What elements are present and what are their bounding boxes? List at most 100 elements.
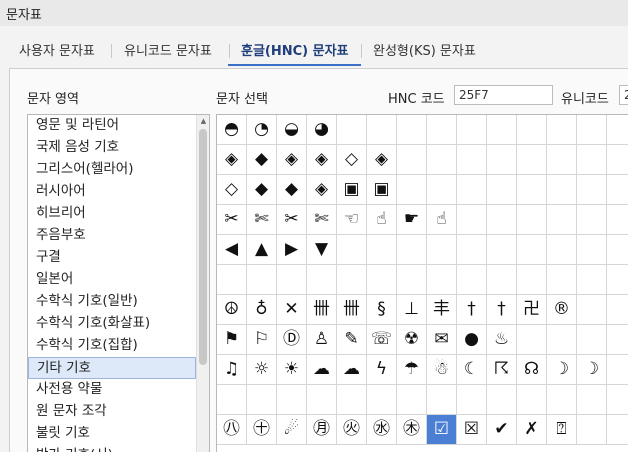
list-item[interactable]: 원 문자 조각 bbox=[28, 401, 196, 423]
char-cell[interactable]: Ⓓ bbox=[277, 325, 307, 355]
char-cell[interactable]: ㊌ bbox=[367, 415, 397, 445]
list-item[interactable]: 기타 기호 bbox=[28, 357, 196, 379]
char-cell[interactable]: ● bbox=[457, 325, 487, 355]
char-cell[interactable] bbox=[577, 325, 607, 355]
char-cell[interactable]: ⚑ bbox=[217, 325, 247, 355]
list-item[interactable]: 러시아어 bbox=[28, 181, 196, 203]
char-cell[interactable] bbox=[457, 265, 487, 295]
char-cell[interactable] bbox=[517, 385, 547, 415]
char-cell[interactable]: ☑ bbox=[427, 415, 457, 445]
char-cell[interactable] bbox=[397, 175, 427, 205]
char-cell[interactable] bbox=[607, 145, 628, 175]
char-cell[interactable]: ☜ bbox=[337, 205, 367, 235]
char-cell[interactable]: ☁ bbox=[337, 355, 367, 385]
char-cell[interactable]: ㊋ bbox=[337, 415, 367, 445]
list-item[interactable]: 일본어 bbox=[28, 269, 196, 291]
char-cell[interactable]: ☽ bbox=[577, 355, 607, 385]
char-cell[interactable] bbox=[337, 385, 367, 415]
char-cell[interactable] bbox=[547, 145, 577, 175]
char-cell[interactable]: ☼ bbox=[247, 355, 277, 385]
char-cell[interactable] bbox=[577, 235, 607, 265]
char-cell[interactable]: ☂ bbox=[397, 355, 427, 385]
char-cell[interactable] bbox=[547, 175, 577, 205]
char-cell[interactable]: ⊥ bbox=[397, 295, 427, 325]
char-cell[interactable]: ㊇ bbox=[217, 415, 247, 445]
char-cell[interactable]: ® bbox=[547, 295, 577, 325]
char-cell[interactable] bbox=[277, 265, 307, 295]
char-cell[interactable]: ◈ bbox=[307, 145, 337, 175]
char-cell[interactable] bbox=[457, 205, 487, 235]
char-cell[interactable]: ☮ bbox=[217, 295, 247, 325]
char-cell[interactable]: ▼ bbox=[307, 235, 337, 265]
char-cell[interactable] bbox=[517, 115, 547, 145]
list-item[interactable]: 주음부호 bbox=[28, 225, 196, 247]
char-cell[interactable] bbox=[397, 385, 427, 415]
char-cell[interactable] bbox=[247, 265, 277, 295]
char-cell[interactable] bbox=[517, 325, 547, 355]
char-cell[interactable]: ◆ bbox=[247, 145, 277, 175]
char-cell[interactable]: ㊉ bbox=[247, 415, 277, 445]
char-cell[interactable]: ◒ bbox=[277, 115, 307, 145]
char-cell[interactable] bbox=[607, 175, 628, 205]
char-cell[interactable] bbox=[577, 205, 607, 235]
char-cell[interactable]: ✄ bbox=[247, 205, 277, 235]
char-cell[interactable]: ◕ bbox=[307, 115, 337, 145]
char-cell[interactable] bbox=[457, 115, 487, 145]
char-cell[interactable]: ◈ bbox=[277, 145, 307, 175]
char-cell[interactable]: ☾ bbox=[457, 355, 487, 385]
char-cell[interactable]: ✎ bbox=[337, 325, 367, 355]
char-cell[interactable]: ◆ bbox=[247, 175, 277, 205]
char-cell[interactable] bbox=[457, 145, 487, 175]
list-item[interactable]: 구결 bbox=[28, 247, 196, 269]
char-cell[interactable]: ☀ bbox=[277, 355, 307, 385]
char-cell[interactable] bbox=[577, 415, 607, 445]
char-cell[interactable] bbox=[577, 115, 607, 145]
char-cell[interactable] bbox=[427, 115, 457, 145]
char-cell[interactable] bbox=[427, 145, 457, 175]
char-cell[interactable] bbox=[607, 115, 628, 145]
scroll-up-icon[interactable]: ▲ bbox=[197, 115, 209, 127]
list-item[interactable]: 사전용 약물 bbox=[28, 379, 196, 401]
char-cell[interactable] bbox=[607, 295, 628, 325]
char-cell[interactable] bbox=[487, 145, 517, 175]
char-cell[interactable] bbox=[337, 235, 367, 265]
char-cell[interactable]: ✗ bbox=[517, 415, 547, 445]
char-cell[interactable]: ✄ bbox=[307, 205, 337, 235]
char-cell[interactable] bbox=[487, 205, 517, 235]
char-cell[interactable] bbox=[367, 115, 397, 145]
char-cell[interactable]: † bbox=[457, 295, 487, 325]
list-item[interactable]: 수학식 기호(화살표) bbox=[28, 313, 196, 335]
char-cell[interactable] bbox=[457, 385, 487, 415]
char-cell[interactable] bbox=[577, 295, 607, 325]
tab-ks-charmap[interactable]: 완성형(KS) 문자표 bbox=[373, 40, 476, 59]
char-cell[interactable]: ㊍ bbox=[397, 415, 427, 445]
char-cell[interactable] bbox=[517, 265, 547, 295]
char-cell[interactable] bbox=[277, 385, 307, 415]
char-cell[interactable]: ♁ bbox=[247, 295, 277, 325]
char-cell[interactable]: ▲ bbox=[247, 235, 277, 265]
char-cell[interactable] bbox=[397, 235, 427, 265]
char-cell[interactable] bbox=[397, 265, 427, 295]
char-cell[interactable]: ◈ bbox=[367, 145, 397, 175]
char-cell[interactable]: 卌 bbox=[337, 295, 367, 325]
char-cell[interactable]: ☝ bbox=[367, 205, 397, 235]
char-cell[interactable]: ϟ bbox=[367, 355, 397, 385]
char-cell[interactable] bbox=[457, 235, 487, 265]
scroll-thumb[interactable] bbox=[199, 129, 207, 365]
char-cell[interactable] bbox=[427, 175, 457, 205]
list-item[interactable]: 불릿 기호 bbox=[28, 423, 196, 445]
char-cell[interactable]: ✔ bbox=[487, 415, 517, 445]
char-cell[interactable]: ✕ bbox=[277, 295, 307, 325]
list-item[interactable]: 수학식 기호(집합) bbox=[28, 335, 196, 357]
char-cell[interactable] bbox=[397, 145, 427, 175]
char-cell[interactable] bbox=[547, 325, 577, 355]
char-cell[interactable] bbox=[547, 235, 577, 265]
char-cell[interactable]: § bbox=[367, 295, 397, 325]
char-cell[interactable]: ◈ bbox=[307, 175, 337, 205]
tab-unicode-charmap[interactable]: 유니코드 문자표 bbox=[124, 40, 212, 59]
char-cell[interactable] bbox=[367, 265, 397, 295]
char-cell[interactable]: ☃ bbox=[427, 355, 457, 385]
char-cell[interactable] bbox=[427, 265, 457, 295]
char-cell[interactable] bbox=[487, 385, 517, 415]
char-cell[interactable] bbox=[487, 235, 517, 265]
